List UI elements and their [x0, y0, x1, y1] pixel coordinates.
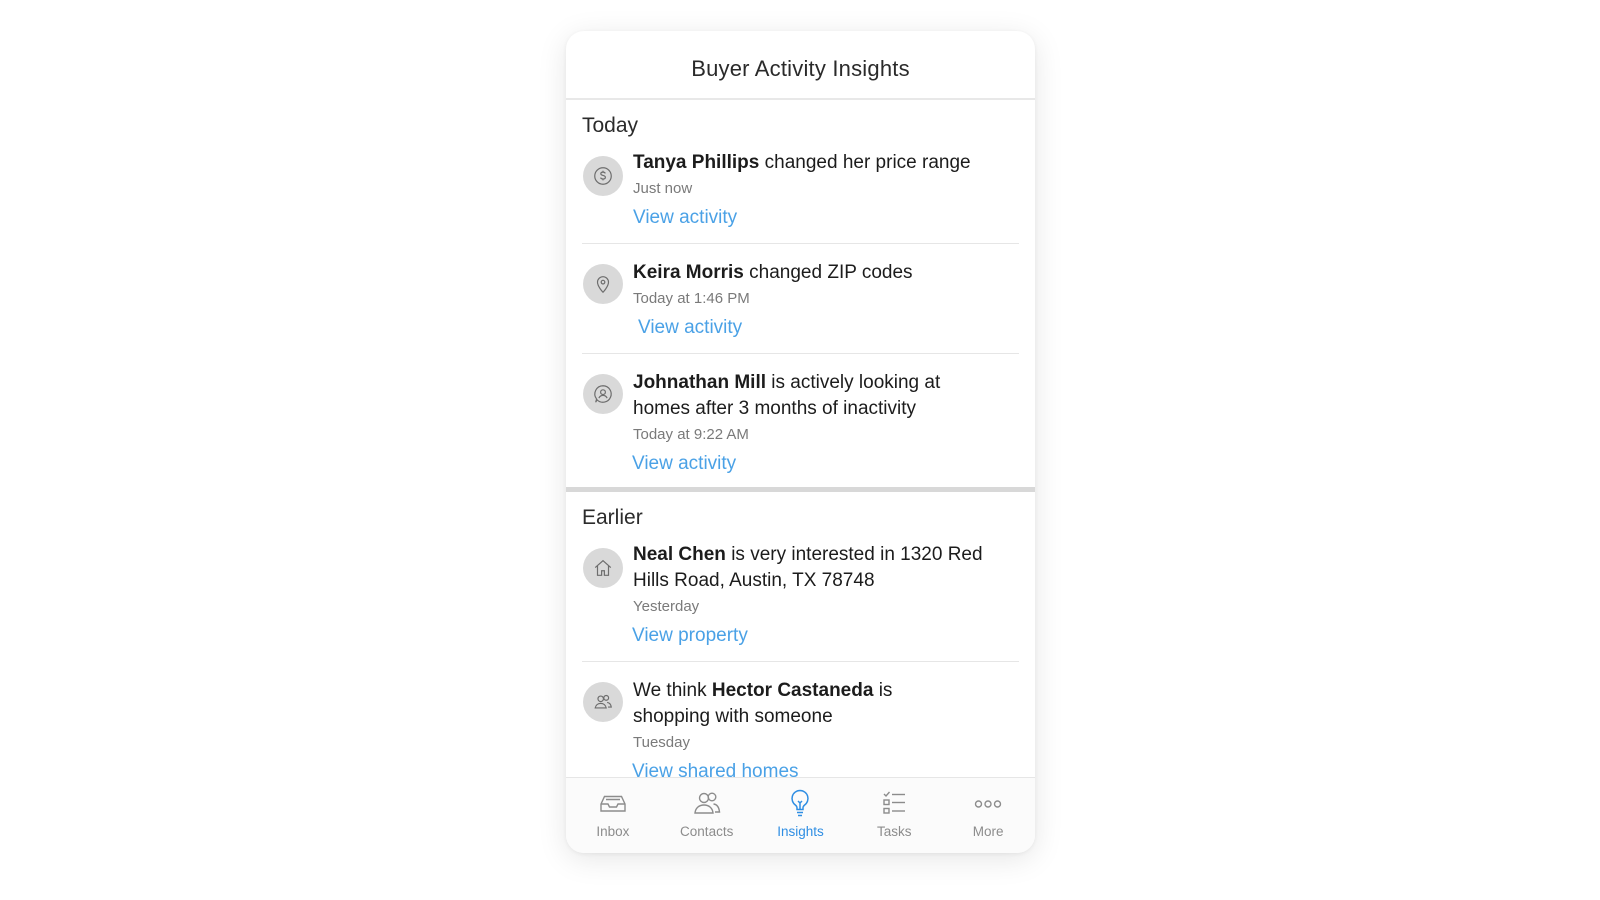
app-header: Buyer Activity Insights [566, 31, 1035, 100]
location-pin-icon [583, 264, 623, 304]
view-activity-link[interactable]: View activity [633, 205, 737, 231]
tab-label: Insights [777, 824, 824, 839]
buyer-name: Keira Morris [633, 262, 744, 283]
contacts-icon [693, 792, 720, 814]
insights-feed[interactable]: Today Tanya Phillips changed her price r… [566, 100, 1035, 778]
insight-text: changed her price range [759, 152, 971, 173]
insight-message: Tanya Phillips changed her price range [633, 150, 1019, 176]
tab-label: Tasks [877, 824, 912, 839]
lightbulb-icon [791, 789, 810, 817]
insight-text: changed ZIP codes [743, 262, 913, 283]
insight-message: Keira Morris changed ZIP codes [633, 260, 1019, 286]
house-icon [583, 548, 623, 588]
person-badge-icon [583, 374, 623, 414]
view-property-link[interactable]: View property [632, 623, 748, 649]
tab-bar: Inbox Contacts Insights Tasks More [566, 777, 1035, 853]
inbox-icon [600, 795, 626, 812]
insight-time: Tuesday [633, 734, 690, 751]
buyer-name: Neal Chen [633, 544, 726, 565]
dollar-icon [583, 156, 623, 196]
buyer-name: Hector Castaneda [711, 680, 874, 701]
view-activity-link[interactable]: View activity [638, 315, 742, 341]
insight-item: We think Hector Castaneda is shopping wi… [582, 662, 1019, 778]
page-title: Buyer Activity Insights [691, 55, 910, 81]
section-title-today: Today [582, 114, 639, 137]
insight-time: Just now [633, 180, 693, 197]
tab-label: Inbox [596, 824, 630, 839]
tab-more[interactable]: More [941, 778, 1035, 853]
insight-message: Neal Chen is very interested in 1320 Red… [633, 542, 983, 594]
more-icon [974, 800, 1002, 808]
insight-message: We think Hector Castaneda is shopping wi… [633, 678, 933, 730]
insight-time: Today at 9:22 AM [633, 426, 749, 443]
section-title-earlier: Earlier [582, 506, 643, 529]
tab-label: Contacts [680, 824, 734, 839]
insight-time: Yesterday [633, 598, 700, 615]
insight-prefix: We think [633, 680, 712, 701]
tab-contacts[interactable]: Contacts [660, 778, 754, 853]
insight-item: Keira Morris changed ZIP codes Today at … [582, 244, 1019, 354]
tab-inbox[interactable]: Inbox [566, 778, 660, 853]
insight-item: Johnathan Mill is actively looking at ho… [582, 354, 1019, 483]
tasks-icon [883, 791, 906, 814]
insight-item: Neal Chen is very interested in 1320 Red… [582, 540, 1019, 662]
insight-message: Johnathan Mill is actively looking at ho… [633, 370, 963, 422]
tab-tasks[interactable]: Tasks [847, 778, 941, 853]
people-icon [583, 682, 623, 722]
buyer-name: Johnathan Mill [633, 372, 766, 393]
buyer-name: Tanya Phillips [633, 152, 760, 173]
view-activity-link[interactable]: View activity [632, 451, 736, 477]
tab-label: More [972, 824, 1004, 839]
view-shared-homes-link[interactable]: View shared homes [632, 759, 799, 778]
phone-frame: Buyer Activity Insights Today Tanya Phil… [566, 31, 1035, 853]
insight-time: Today at 1:46 PM [633, 290, 750, 307]
insight-item: Tanya Phillips changed her price range J… [582, 148, 1019, 244]
tab-insights[interactable]: Insights [754, 778, 848, 853]
